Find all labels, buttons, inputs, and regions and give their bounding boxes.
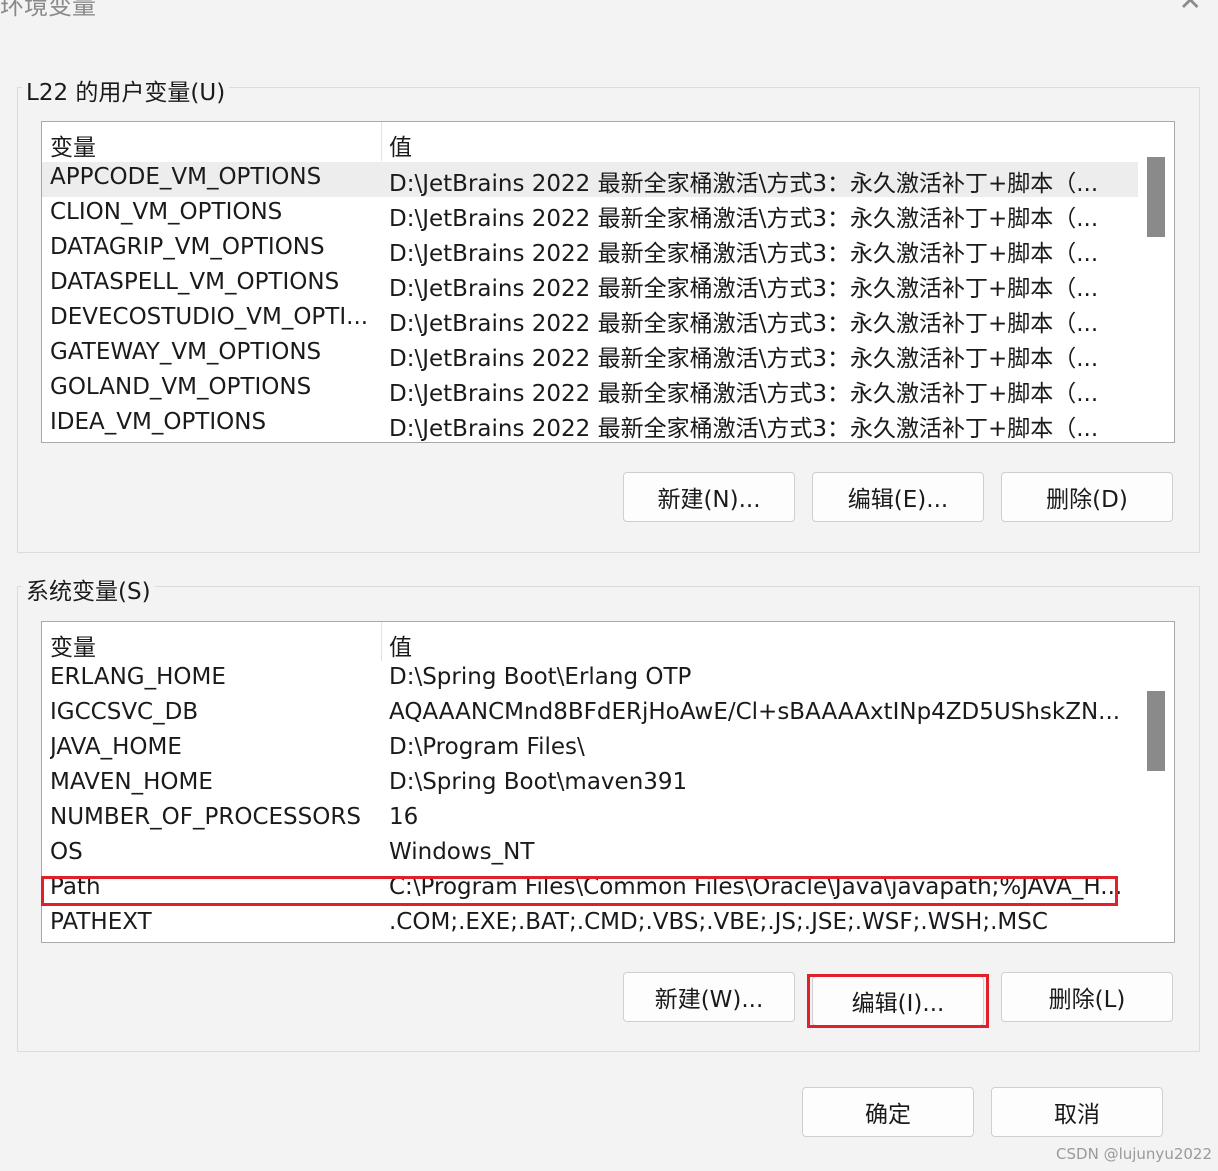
user-new-button[interactable]: 新建(N)... [623,472,795,522]
column-separator[interactable] [381,622,382,661]
system-var-row[interactable]: MAVEN_HOME D:\Spring Boot\maven391 [42,767,1139,802]
user-delete-button[interactable]: 删除(D) [1001,472,1173,522]
edit-button-highlight [807,974,989,1028]
var-value: D:\Spring Boot\Erlang OTP [389,664,692,690]
user-list-scrollbar[interactable] [1138,122,1174,442]
system-delete-button[interactable]: 删除(L) [1001,972,1173,1022]
var-value: D:\Spring Boot\maven391 [389,769,688,795]
user-var-row[interactable]: GOLAND_VM_OPTIONS D:\JetBrains 2022 最新全家… [42,372,1139,407]
user-var-row[interactable]: DATAGRIP_VM_OPTIONS D:\JetBrains 2022 最新… [42,232,1139,267]
var-value: D:\JetBrains 2022 最新全家桶激活\方式3：永久激活补丁+脚本（… [389,241,1099,267]
system-var-row[interactable]: PATHEXT .COM;.EXE;.BAT;.CMD;.VBS;.VBE;.J… [42,907,1139,942]
header-variable[interactable]: 变量 [50,628,96,662]
column-separator[interactable] [381,122,382,161]
user-variables-legend: L22 的用户变量(U) [22,73,230,107]
user-var-row[interactable]: APPCODE_VM_OPTIONS D:\JetBrains 2022 最新全… [42,162,1139,197]
var-value: D:\JetBrains 2022 最新全家桶激活\方式3：永久激活补丁+脚本（… [389,346,1099,372]
user-variables-list[interactable]: 变量 值 APPCODE_VM_OPTIONS D:\JetBrains 202… [41,121,1175,443]
system-var-row[interactable]: IGCCSVC_DB AQAAANCMnd8BFdERjHoAwE/Cl+sBA… [42,697,1139,732]
system-var-row[interactable]: OS Windows_NT [42,837,1139,872]
header-variable[interactable]: 变量 [50,128,96,162]
system-list-scrollbar[interactable] [1138,622,1174,942]
user-edit-button[interactable]: 编辑(E)... [812,472,984,522]
var-name: GOLAND_VM_OPTIONS [50,374,312,400]
var-value: D:\JetBrains 2022 最新全家桶激活\方式3：永久激活补丁+脚本（… [389,381,1099,407]
var-value: D:\JetBrains 2022 最新全家桶激活\方式3：永久激活补丁+脚本（… [389,311,1099,337]
user-var-row[interactable]: GATEWAY_VM_OPTIONS D:\JetBrains 2022 最新全… [42,337,1139,372]
var-name: JAVA_HOME [50,734,182,760]
var-name: IDEA_VM_OPTIONS [50,409,267,435]
var-name: DATAGRIP_VM_OPTIONS [50,234,325,260]
var-name: PATHEXT [50,909,152,935]
header-value[interactable]: 值 [389,128,412,162]
system-variables-legend: 系统变量(S) [22,572,155,606]
header-value[interactable]: 值 [389,628,412,662]
system-var-row[interactable]: ERLANG_HOME D:\Spring Boot\Erlang OTP [42,662,1139,697]
ok-button[interactable]: 确定 [802,1087,974,1137]
user-var-row[interactable]: DATASPELL_VM_OPTIONS D:\JetBrains 2022 最… [42,267,1139,302]
var-name: GATEWAY_VM_OPTIONS [50,339,322,365]
path-row-highlight [41,876,1118,906]
user-var-row[interactable]: CLION_VM_OPTIONS D:\JetBrains 2022 最新全家桶… [42,197,1139,232]
title-bar: 环境变量 ✕ [0,0,1218,24]
system-list-header: 变量 值 [42,622,1139,661]
system-var-row[interactable]: JAVA_HOME D:\Program Files\ [42,732,1139,767]
system-new-button[interactable]: 新建(W)... [623,972,795,1022]
var-value: D:\Program Files\ [389,734,585,760]
var-value: D:\JetBrains 2022 最新全家桶激活\方式3：永久激活补丁+脚本（… [389,206,1099,232]
var-value: Windows_NT [389,839,535,865]
cancel-button[interactable]: 取消 [991,1087,1163,1137]
var-name: IGCCSVC_DB [50,699,199,725]
system-var-row[interactable]: NUMBER_OF_PROCESSORS 16 [42,802,1139,837]
close-icon[interactable]: ✕ [1179,0,1202,17]
var-name: NUMBER_OF_PROCESSORS [50,804,361,830]
var-name: MAVEN_HOME [50,769,213,795]
window-title: 环境变量 [0,0,96,20]
var-value: 16 [389,804,419,830]
var-name: APPCODE_VM_OPTIONS [50,164,322,190]
var-value: D:\JetBrains 2022 最新全家桶激活\方式3：永久激活补丁+脚本（… [389,171,1099,197]
var-value: D:\JetBrains 2022 最新全家桶激活\方式3：永久激活补丁+脚本（… [389,276,1099,302]
var-name: CLION_VM_OPTIONS [50,199,283,225]
var-value: .COM;.EXE;.BAT;.CMD;.VBS;.VBE;.JS;.JSE;.… [389,909,1048,935]
user-var-row[interactable]: IDEA_VM_OPTIONS D:\JetBrains 2022 最新全家桶激… [42,407,1139,442]
watermark: CSDN @lujunyu2022 [1056,1145,1212,1163]
var-name: ERLANG_HOME [50,664,226,690]
user-list-header: 变量 值 [42,122,1139,161]
var-name: DEVECOSTUDIO_VM_OPTI... [50,304,369,330]
user-var-row[interactable]: DEVECOSTUDIO_VM_OPTI... D:\JetBrains 202… [42,302,1139,337]
scroll-thumb[interactable] [1147,691,1165,771]
var-value: AQAAANCMnd8BFdERjHoAwE/Cl+sBAAAAxtINp4ZD… [389,699,1121,725]
scroll-thumb[interactable] [1147,157,1165,237]
var-name: OS [50,839,83,865]
var-value: D:\JetBrains 2022 最新全家桶激活\方式3：永久激活补丁+脚本（… [389,416,1099,442]
var-name: DATASPELL_VM_OPTIONS [50,269,340,295]
